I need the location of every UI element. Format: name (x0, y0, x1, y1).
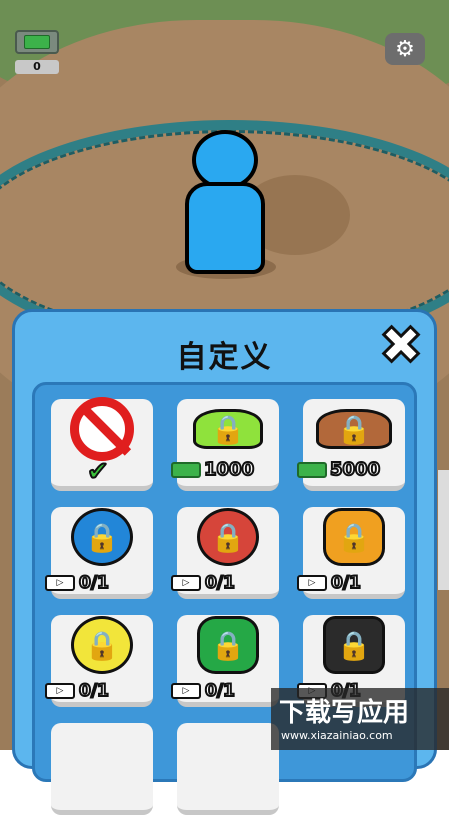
lock-icon: 🔒 (210, 520, 246, 554)
price-label: 5000 (329, 458, 381, 481)
lock-icon: 🔒 (210, 412, 246, 446)
lock-icon: 🔒 (336, 412, 372, 446)
background-prop (438, 470, 449, 590)
watermark: 下载写应用 www.xiazainiao.com (271, 688, 449, 750)
lock-icon: 🔒 (336, 628, 372, 662)
player-head (192, 130, 258, 190)
gear-icon[interactable]: ⚙ (385, 33, 425, 65)
watermark-main: 下载写应用 (279, 698, 410, 728)
no-icon (70, 397, 134, 461)
ad-progress: 0/1 (78, 680, 110, 702)
video-ad-icon: ▷ (297, 575, 327, 591)
red-mask-icon: 🔒 (197, 508, 259, 566)
ad-progress: 0/1 (330, 572, 362, 594)
item-red-mask[interactable]: 🔒 ▷ 0/1 (171, 507, 279, 599)
black-mask-icon: 🔒 (323, 616, 385, 674)
lock-icon: 🔒 (84, 520, 120, 554)
item-yellow-mask[interactable]: 🔒 ▷ 0/1 (45, 615, 153, 707)
yellow-mask-icon: 🔒 (71, 616, 133, 674)
item-next-row[interactable] (177, 723, 279, 815)
brown-hat-icon: 🔒 (316, 409, 392, 449)
green-mask-icon: 🔒 (197, 616, 259, 674)
lock-icon: 🔒 (84, 628, 120, 662)
player-body (185, 182, 265, 274)
money-count: 0 (15, 60, 59, 74)
ad-progress: 0/1 (204, 572, 236, 594)
item-green-hat[interactable]: 🔒 1000 (171, 399, 279, 491)
panel-title: 自定义 (176, 340, 273, 375)
player-character (170, 130, 280, 280)
item-green-mask[interactable]: 🔒 ▷ 0/1 (171, 615, 279, 707)
item-brown-hat[interactable]: 🔒 5000 (297, 399, 405, 491)
check-icon: ✔ (86, 456, 110, 488)
green-hat-icon: 🔒 (193, 409, 263, 449)
video-ad-icon: ▷ (45, 683, 75, 699)
blue-mask-icon: 🔒 (71, 508, 133, 566)
item-orange-mask[interactable]: 🔒 ▷ 0/1 (297, 507, 405, 599)
orange-mask-icon: 🔒 (323, 508, 385, 566)
lock-icon: 🔒 (336, 520, 372, 554)
money-icon (171, 461, 201, 478)
lock-icon: 🔒 (210, 628, 246, 662)
money-icon (15, 30, 59, 54)
watermark-url: www.xiazainiao.com (281, 729, 393, 742)
item-none[interactable]: ✔ (51, 397, 153, 491)
video-ad-icon: ▷ (45, 575, 75, 591)
ad-progress: 0/1 (204, 680, 236, 702)
video-ad-icon: ▷ (171, 575, 201, 591)
close-icon[interactable]: ✖ (378, 319, 425, 374)
video-ad-icon: ▷ (171, 683, 201, 699)
money-icon (297, 461, 327, 478)
money-counter: 0 (15, 30, 59, 74)
price-label: 1000 (203, 458, 255, 481)
item-next-row[interactable] (51, 723, 153, 815)
item-blue-mask[interactable]: 🔒 ▷ 0/1 (45, 507, 153, 599)
ad-progress: 0/1 (78, 572, 110, 594)
